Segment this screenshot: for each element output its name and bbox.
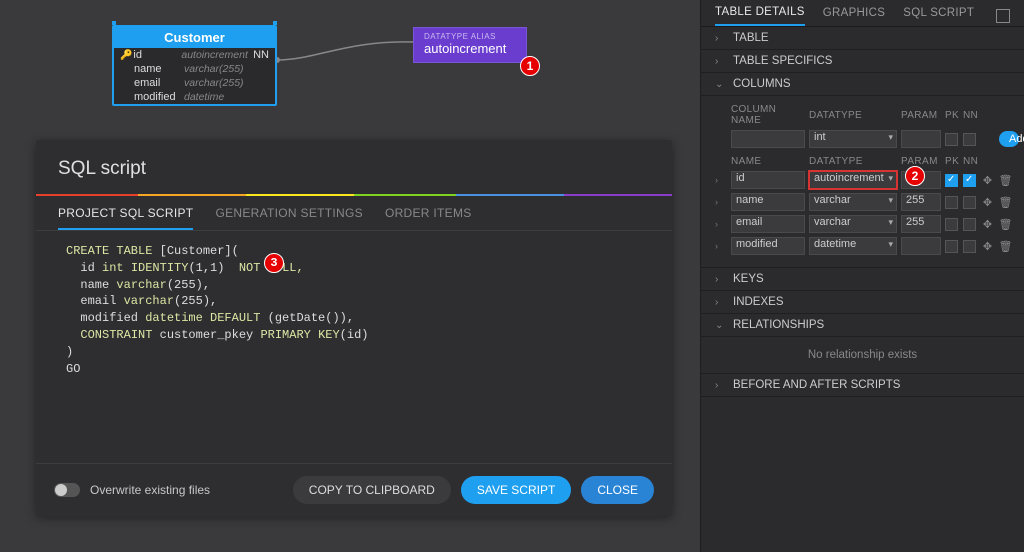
overwrite-label: Overwrite existing files (90, 483, 210, 497)
close-button[interactable]: CLOSE (581, 476, 654, 504)
move-icon[interactable]: ✥ (981, 174, 994, 187)
column-pk-checkbox[interactable] (945, 174, 958, 187)
tab-graphics[interactable]: GRAPHICS (823, 7, 885, 25)
column-name: modified (134, 91, 184, 103)
columns-list-header: NAME DATATYPE PARAM PK NN (715, 150, 1010, 169)
column-name-input[interactable]: modified (731, 237, 805, 255)
sql-script-dialog: SQL script PROJECT SQL SCRIPT GENERATION… (36, 140, 672, 516)
section-columns[interactable]: ⌄COLUMNS (701, 73, 1024, 96)
section-keys[interactable]: ›KEYS (701, 268, 1024, 291)
entity-customer[interactable]: Customer 🔑 id autoincrement NN name varc… (112, 25, 277, 106)
column-type: varchar(255) (184, 63, 247, 75)
column-datatype-select[interactable]: autoincrement (809, 171, 897, 189)
section-before-after-scripts[interactable]: ›BEFORE AND AFTER SCRIPTS (701, 374, 1024, 397)
column-nn-checkbox[interactable] (963, 218, 976, 231)
column-type: varchar(255) (184, 77, 247, 89)
save-script-button[interactable]: SAVE SCRIPT (461, 476, 571, 504)
add-column-button[interactable]: Add (999, 131, 1019, 147)
delete-icon[interactable]: 🗑 (999, 218, 1012, 231)
column-name-input[interactable]: name (731, 193, 805, 211)
column-name-input[interactable]: id (731, 171, 805, 189)
no-relationship-text: No relationship exists (701, 337, 1024, 374)
column-nn-checkbox[interactable] (963, 240, 976, 253)
delete-icon[interactable]: 🗑 (999, 174, 1012, 187)
expand-icon[interactable]: › (715, 175, 727, 185)
annotation-badge-1: 1 (520, 56, 540, 76)
new-column-row: int Add (715, 128, 1010, 150)
annotation-badge-3: 3 (264, 253, 284, 273)
column-nn-checkbox[interactable] (963, 196, 976, 209)
move-icon[interactable]: ✥ (981, 218, 994, 231)
sql-code-view[interactable]: CREATE TABLE [Customer]( id int IDENTITY… (36, 231, 672, 463)
expand-icon[interactable]: › (715, 197, 727, 207)
section-table-specifics[interactable]: ›TABLE SPECIFICS (701, 50, 1024, 73)
annotation-badge-2: 2 (905, 166, 925, 186)
column-param-input[interactable]: 255 (901, 193, 941, 211)
column-type: autoincrement (181, 49, 248, 61)
tab-generation-settings[interactable]: GENERATION SETTINGS (215, 206, 363, 230)
column-row: › id autoincrement ✥ 🗑 (715, 169, 1010, 191)
properties-panel: TABLE DETAILS GRAPHICS SQL SCRIPT ›TABLE… (700, 0, 1024, 552)
column-datatype-select[interactable]: datetime (809, 237, 897, 255)
dialog-title: SQL script (36, 140, 672, 194)
dialog-footer: Overwrite existing files COPY TO CLIPBOA… (36, 463, 672, 516)
copy-to-clipboard-button[interactable]: COPY TO CLIPBOARD (293, 476, 451, 504)
entity-column-row[interactable]: email varchar(255) (114, 76, 275, 90)
entity-title: Customer (114, 27, 275, 48)
delete-icon[interactable]: 🗑 (999, 240, 1012, 253)
tab-order-items[interactable]: ORDER ITEMS (385, 206, 472, 230)
columns-editor: COLUMN NAME DATATYPE PARAM PK NN int Add… (701, 96, 1024, 268)
expand-icon[interactable]: › (715, 219, 727, 229)
column-name-input[interactable]: email (731, 215, 805, 233)
column-datatype-select[interactable]: varchar (809, 193, 897, 211)
column-pk-checkbox[interactable] (945, 218, 958, 231)
new-column-header: COLUMN NAME DATATYPE PARAM PK NN (715, 102, 1010, 128)
tab-table-details[interactable]: TABLE DETAILS (715, 6, 805, 26)
column-name: name (134, 63, 184, 75)
tab-sql-script[interactable]: SQL SCRIPT (903, 7, 974, 25)
section-table[interactable]: ›TABLE (701, 27, 1024, 50)
entity-column-row[interactable]: modified datetime (114, 90, 275, 104)
column-row: › email varchar 255 ✥ 🗑 (715, 213, 1010, 235)
column-param-input[interactable]: 255 (901, 215, 941, 233)
alias-subtitle: DATATYPE ALIAS (424, 32, 516, 41)
layout-columns-icon[interactable] (996, 9, 1010, 23)
column-param-input[interactable] (901, 237, 941, 255)
expand-icon[interactable]: › (715, 241, 727, 251)
column-name: email (134, 77, 184, 89)
section-relationships[interactable]: ⌄RELATIONSHIPS (701, 314, 1024, 337)
column-row: › name varchar 255 ✥ 🗑 (715, 191, 1010, 213)
new-column-param-input[interactable] (901, 130, 941, 148)
delete-icon[interactable]: 🗑 (999, 196, 1012, 209)
properties-tabs: TABLE DETAILS GRAPHICS SQL SCRIPT (701, 0, 1024, 27)
key-icon: 🔑 (120, 50, 133, 61)
sql-tabs: PROJECT SQL SCRIPT GENERATION SETTINGS O… (36, 196, 672, 231)
relationship-connector (276, 36, 416, 66)
new-column-name-input[interactable] (731, 130, 805, 148)
tab-project-sql-script[interactable]: PROJECT SQL SCRIPT (58, 206, 193, 230)
column-pk-checkbox[interactable] (945, 196, 958, 209)
column-type: datetime (184, 91, 247, 103)
overwrite-toggle[interactable] (54, 483, 80, 497)
column-nn-checkbox[interactable] (963, 174, 976, 187)
section-indexes[interactable]: ›INDEXES (701, 291, 1024, 314)
column-datatype-select[interactable]: varchar (809, 215, 897, 233)
new-column-datatype-select[interactable]: int (809, 130, 897, 148)
alias-name: autoincrement (424, 41, 516, 56)
new-column-pk-checkbox[interactable] (945, 133, 958, 146)
entity-column-row[interactable]: 🔑 id autoincrement NN (114, 48, 275, 62)
datatype-alias-box[interactable]: DATATYPE ALIAS autoincrement (413, 27, 527, 63)
new-column-nn-checkbox[interactable] (963, 133, 976, 146)
column-name: id (133, 49, 181, 61)
column-pk-checkbox[interactable] (945, 240, 958, 253)
entity-column-row[interactable]: name varchar(255) (114, 62, 275, 76)
move-icon[interactable]: ✥ (981, 196, 994, 209)
column-row: › modified datetime ✥ 🗑 (715, 235, 1010, 257)
column-nn: NN (248, 49, 269, 61)
move-icon[interactable]: ✥ (981, 240, 994, 253)
